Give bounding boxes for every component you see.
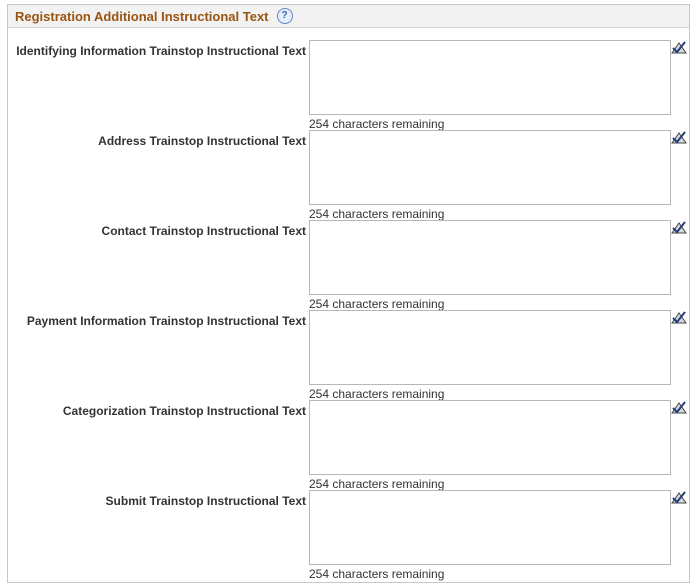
field-row-payment-information: Payment Information Trainstop Instructio… bbox=[0, 310, 699, 401]
spell-check-icon[interactable] bbox=[670, 40, 688, 56]
characters-remaining: 254 characters remaining bbox=[309, 117, 445, 131]
submit-text-input[interactable] bbox=[309, 490, 671, 565]
spell-check-icon[interactable] bbox=[670, 220, 688, 236]
characters-remaining: 254 characters remaining bbox=[309, 477, 445, 491]
field-label: Categorization Trainstop Instructional T… bbox=[62, 404, 306, 418]
payment-information-text-input[interactable] bbox=[309, 310, 671, 385]
help-icon[interactable]: ? bbox=[276, 8, 293, 24]
field-label: Contact Trainstop Instructional Text bbox=[101, 224, 306, 238]
field-row-identifying-information: Identifying Information Trainstop Instru… bbox=[0, 40, 699, 131]
characters-remaining: 254 characters remaining bbox=[309, 207, 445, 221]
field-row-contact: Contact Trainstop Instructional Text 254… bbox=[0, 220, 699, 311]
spell-check-icon[interactable] bbox=[670, 310, 688, 326]
field-row-submit: Submit Trainstop Instructional Text 254 … bbox=[0, 490, 699, 581]
field-label: Identifying Information Trainstop Instru… bbox=[16, 44, 306, 58]
field-label: Payment Information Trainstop Instructio… bbox=[26, 314, 306, 328]
field-row-categorization: Categorization Trainstop Instructional T… bbox=[0, 400, 699, 491]
spell-check-icon[interactable] bbox=[670, 400, 688, 416]
spell-check-icon[interactable] bbox=[670, 490, 688, 506]
field-label: Submit Trainstop Instructional Text bbox=[105, 494, 306, 508]
spell-check-icon[interactable] bbox=[670, 130, 688, 146]
section-header: Registration Additional Instructional Te… bbox=[8, 5, 689, 28]
address-text-input[interactable] bbox=[309, 130, 671, 205]
identifying-information-text-input[interactable] bbox=[309, 40, 671, 115]
characters-remaining: 254 characters remaining bbox=[309, 297, 445, 311]
field-label: Address Trainstop Instructional Text bbox=[98, 134, 306, 148]
characters-remaining: 254 characters remaining bbox=[309, 387, 445, 401]
categorization-text-input[interactable] bbox=[309, 400, 671, 475]
field-row-address: Address Trainstop Instructional Text 254… bbox=[0, 130, 699, 221]
characters-remaining: 254 characters remaining bbox=[309, 567, 445, 581]
section-title: Registration Additional Instructional Te… bbox=[15, 8, 269, 24]
contact-text-input[interactable] bbox=[309, 220, 671, 295]
